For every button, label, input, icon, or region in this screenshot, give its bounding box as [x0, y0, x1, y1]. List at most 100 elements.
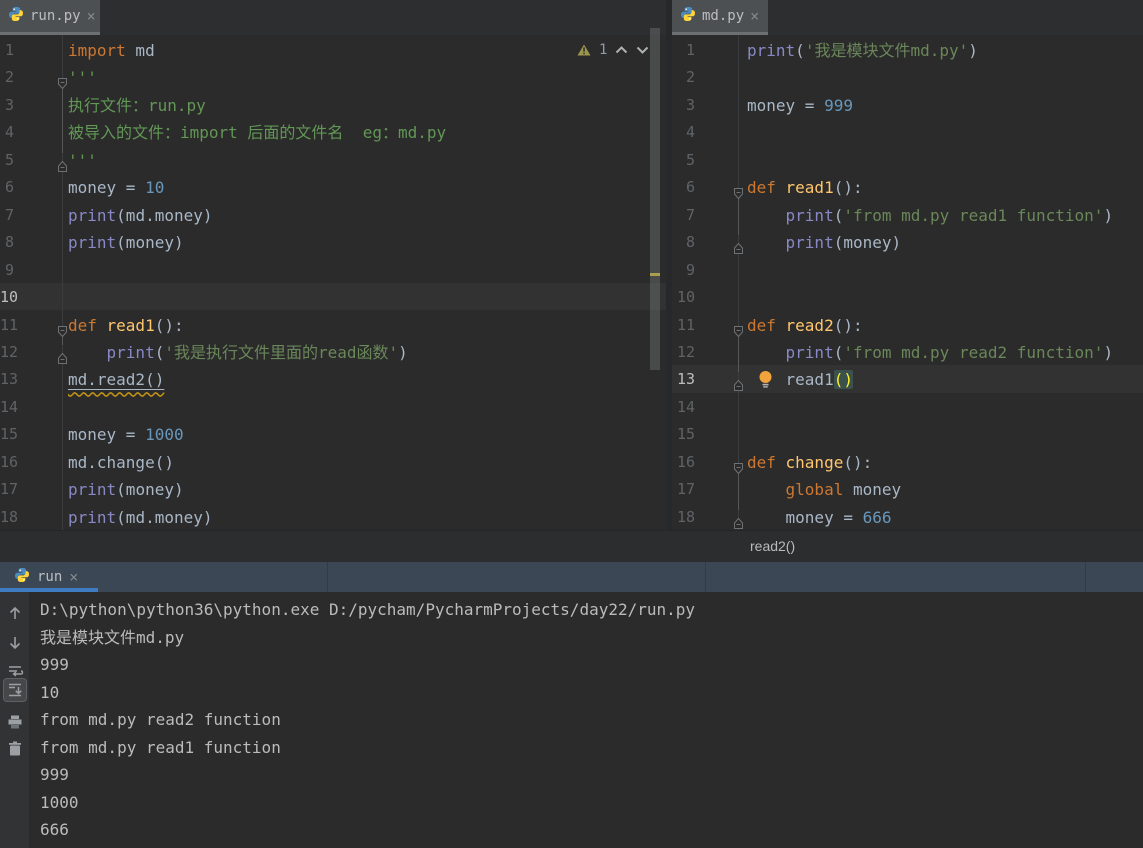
line-number: 6	[4, 178, 14, 197]
run-console[interactable]: D:\python\python36\python.exe D:/pycham/…	[0, 592, 1143, 848]
console-line: from md.py read1 function	[40, 737, 281, 757]
fold-collapse-icon[interactable]	[733, 319, 744, 337]
line-number: 18	[676, 507, 695, 526]
line-number: 4	[685, 123, 695, 142]
code-line[interactable]: 4	[672, 119, 1143, 146]
code-line[interactable]: 15 money = 1000	[0, 421, 666, 448]
clear-all-icon[interactable]	[3, 737, 27, 761]
line-number: 3	[685, 95, 695, 114]
line-number: 3	[4, 95, 14, 114]
code-line[interactable]: 7 print('from md.py read1 function')	[672, 202, 1143, 229]
code-line[interactable]: 18 print(md.money)	[0, 504, 666, 530]
fold-collapse-icon[interactable]	[733, 456, 744, 475]
line-number: 10	[676, 288, 695, 307]
fold-end-icon[interactable]	[733, 373, 744, 392]
chevron-up-icon[interactable]	[615, 46, 628, 54]
line-number: 14	[0, 397, 19, 416]
fold-collapse-icon[interactable]	[57, 71, 68, 90]
code-line[interactable]: 1 print('我是模块文件md.py')	[672, 37, 1143, 64]
code-line[interactable]: 10	[0, 284, 666, 311]
up-arrow-icon[interactable]	[3, 601, 27, 625]
code-text: '''	[68, 150, 97, 170]
warning-triangle-icon	[577, 44, 591, 56]
editor-scrollbar-thumb[interactable]	[650, 28, 660, 370]
console-line: 999	[40, 765, 69, 784]
code-line[interactable]: 18 money = 666	[672, 504, 1143, 530]
line-number: 15	[676, 425, 695, 444]
line-number: 9	[4, 260, 14, 279]
console-line: D:\python\python36\python.exe D:/pycham/…	[40, 600, 696, 619]
code-line[interactable]: 9	[672, 257, 1143, 284]
code-line[interactable]: 6 def read1():	[672, 174, 1143, 201]
code-line[interactable]: 13 md.read2()	[0, 366, 666, 393]
console-line: from md.py read2 function	[40, 710, 281, 729]
line-number: 2	[685, 68, 695, 87]
console-line: 999	[40, 655, 69, 674]
code-line[interactable]: 5 '''	[0, 147, 666, 174]
close-icon[interactable]: ×	[750, 8, 759, 24]
console-toolbar	[0, 592, 29, 848]
code-text: def change():	[747, 452, 873, 472]
code-line[interactable]: 12 print('from md.py read2 function')	[672, 339, 1143, 366]
line-number: 12	[0, 342, 19, 361]
code-line[interactable]: 15	[672, 421, 1143, 448]
code-line[interactable]: 16 md.change()	[0, 449, 666, 476]
code-text: md.change()	[68, 452, 174, 472]
code-text: print(md.money)	[68, 205, 213, 225]
code-line[interactable]: 16 def change():	[672, 449, 1143, 476]
code-line[interactable]: 5	[672, 147, 1143, 174]
line-number: 4	[4, 123, 14, 142]
fold-end-icon[interactable]	[57, 346, 68, 364]
code-text: def read1():	[747, 178, 863, 198]
code-line[interactable]: 12 print('我是执行文件里面的read函数')	[0, 339, 666, 366]
down-arrow-icon[interactable]	[3, 631, 27, 655]
code-line[interactable]: 10	[672, 284, 1143, 311]
editor-run-py[interactable]: 1 import md 2 ''' 3 执行文件：run.py 4 被导入的文件：import…	[0, 35, 666, 530]
code-line[interactable]: 9	[0, 257, 666, 284]
code-line[interactable]: 1 import md	[0, 37, 666, 64]
tab-run-py[interactable]: run.py ×	[0, 0, 100, 35]
code-text: read1()	[747, 370, 853, 390]
line-number: 16	[0, 452, 19, 471]
breadcrumb-scope[interactable]: read2()	[750, 531, 795, 562]
fold-end-icon[interactable]	[733, 236, 744, 255]
code-line[interactable]: 11 def read1():	[0, 312, 666, 339]
code-line[interactable]: 8 print(money)	[0, 229, 666, 256]
console-line: 我是模块文件md.py	[40, 627, 185, 647]
line-number: 7	[4, 205, 14, 224]
scroll-to-end-icon[interactable]	[3, 678, 27, 702]
close-icon[interactable]: ×	[87, 8, 96, 24]
console-line: 10	[40, 682, 60, 702]
fold-end-icon[interactable]	[57, 154, 68, 172]
code-line[interactable]: 4 被导入的文件：import 后面的文件名 eg：md.py	[0, 119, 666, 146]
code-line[interactable]: 17 global money	[672, 476, 1143, 503]
code-line[interactable]: 14	[672, 394, 1143, 421]
line-number: 7	[685, 205, 695, 224]
code-line[interactable]: 11 def read2():	[672, 312, 1143, 339]
code-line[interactable]: 8 print(money)	[672, 229, 1143, 256]
print-icon[interactable]	[3, 710, 27, 734]
code-line[interactable]: 14	[0, 394, 666, 421]
line-number: 11	[0, 315, 19, 334]
editor-md-py[interactable]: 1 print('我是模块文件md.py') 2 3 money = 999 4 5 6 def…	[672, 35, 1143, 530]
code-line[interactable]: 2	[672, 64, 1143, 91]
fold-collapse-icon[interactable]	[733, 181, 744, 200]
code-line[interactable]: 2 '''	[0, 64, 666, 91]
code-line[interactable]: 6 money = 10	[0, 174, 666, 201]
code-line[interactable]: 13 read1()	[672, 366, 1143, 393]
scrollbar-warning-mark[interactable]	[650, 273, 660, 276]
code-line[interactable]: 7 print(md.money)	[0, 202, 666, 229]
fold-end-icon[interactable]	[733, 511, 744, 529]
tab-md-py[interactable]: md.py ×	[672, 0, 768, 35]
code-line[interactable]: 3 money = 999	[672, 92, 1143, 119]
line-number: 17	[676, 480, 695, 499]
python-icon	[14, 567, 30, 587]
line-number: 8	[4, 233, 14, 252]
fold-collapse-icon[interactable]	[57, 319, 68, 337]
code-text: print('from md.py read2 function')	[785, 342, 1114, 362]
close-icon[interactable]: ×	[69, 569, 78, 585]
code-line[interactable]: 17 print(money)	[0, 476, 666, 503]
code-line[interactable]: 3 执行文件：run.py	[0, 92, 666, 119]
header-separator	[327, 562, 328, 592]
chevron-down-icon[interactable]	[636, 46, 649, 54]
